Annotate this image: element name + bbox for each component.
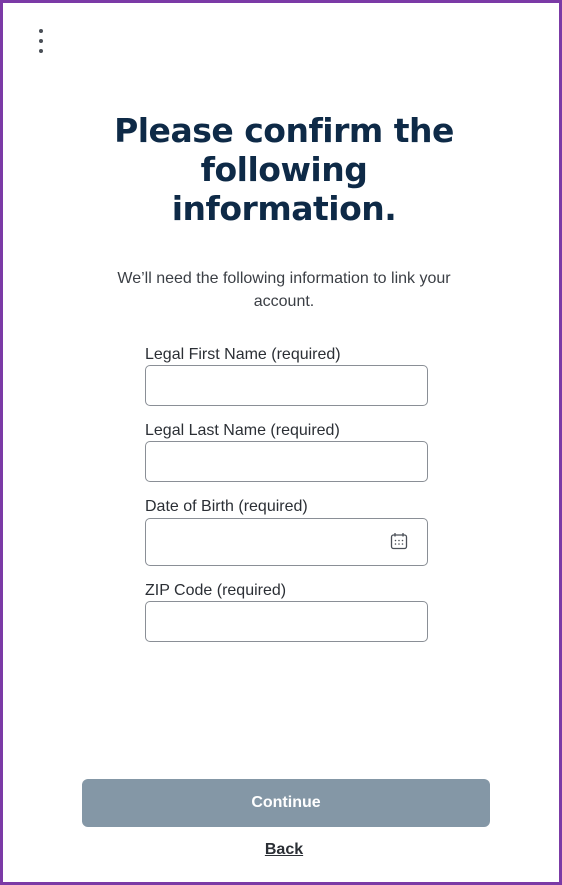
kebab-dot xyxy=(39,49,43,53)
dob-field[interactable] xyxy=(145,518,428,566)
first-name-field[interactable] xyxy=(145,365,428,406)
dob-label: Date of Birth (required) xyxy=(145,498,308,515)
last-name-field[interactable] xyxy=(145,441,428,482)
kebab-dot xyxy=(39,29,43,33)
zip-label: ZIP Code (required) xyxy=(145,582,287,599)
zip-field[interactable] xyxy=(145,601,428,642)
last-name-label: Legal Last Name (required) xyxy=(145,422,340,439)
app-frame: Please confirm the following information… xyxy=(0,0,562,885)
more-vertical-icon[interactable] xyxy=(31,27,51,55)
kebab-dot xyxy=(39,39,43,43)
page-subtitle: We’ll need the following information to … xyxy=(117,270,451,310)
first-name-label: Legal First Name (required) xyxy=(145,346,341,363)
back-link[interactable]: Back xyxy=(3,841,562,859)
page-title: Please confirm the following information… xyxy=(114,111,454,228)
calendar-icon[interactable] xyxy=(390,532,408,550)
continue-button[interactable]: Continue xyxy=(82,779,490,827)
